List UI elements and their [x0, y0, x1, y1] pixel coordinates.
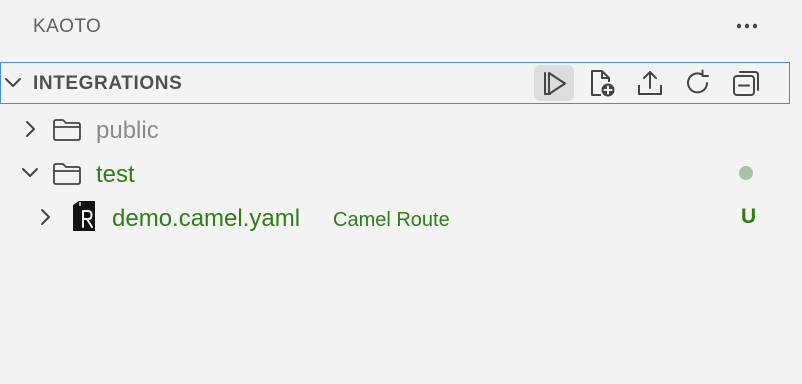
tree-item-test[interactable]: test [0, 151, 790, 195]
tree-item-public[interactable]: public [0, 107, 790, 151]
tree-item-label: public [96, 117, 159, 144]
integrations-section-header[interactable]: INTEGRATIONS [0, 62, 790, 104]
new-file-icon [591, 70, 615, 97]
section-actions [534, 65, 774, 101]
chevron-right-icon [26, 121, 35, 137]
tree-item-label: demo.camel.yaml [112, 205, 301, 232]
refresh-icon [687, 69, 709, 94]
collapse-all-icon [733, 71, 759, 96]
export-button[interactable] [630, 65, 670, 101]
tree-item-demo-camel-yaml[interactable]: demo.camel.yaml Camel Route [0, 195, 790, 239]
run-icon [544, 72, 566, 95]
refresh-button[interactable] [678, 65, 718, 101]
folder-icon [53, 119, 81, 141]
tree-item-label: test [96, 161, 135, 188]
collapse-all-button[interactable] [726, 65, 766, 101]
modified-indicator-dot [739, 166, 753, 180]
chevron-down-icon [22, 168, 38, 177]
chevron-right-icon [41, 209, 50, 225]
new-file-button[interactable] [582, 65, 622, 101]
chevron-down-icon [5, 78, 21, 87]
git-status-badge: U [741, 205, 757, 228]
camel-route-file-icon [73, 201, 95, 231]
panel-header: KAOTO [0, 0, 802, 58]
tree-item-description: Camel Route [333, 209, 450, 231]
section-title: INTEGRATIONS [33, 73, 183, 94]
run-button[interactable] [534, 65, 574, 101]
panel-title: KAOTO [33, 16, 102, 37]
ellipsis-icon [736, 23, 758, 29]
export-icon [638, 71, 662, 95]
folder-icon [53, 163, 81, 185]
more-actions-button[interactable] [730, 12, 764, 40]
